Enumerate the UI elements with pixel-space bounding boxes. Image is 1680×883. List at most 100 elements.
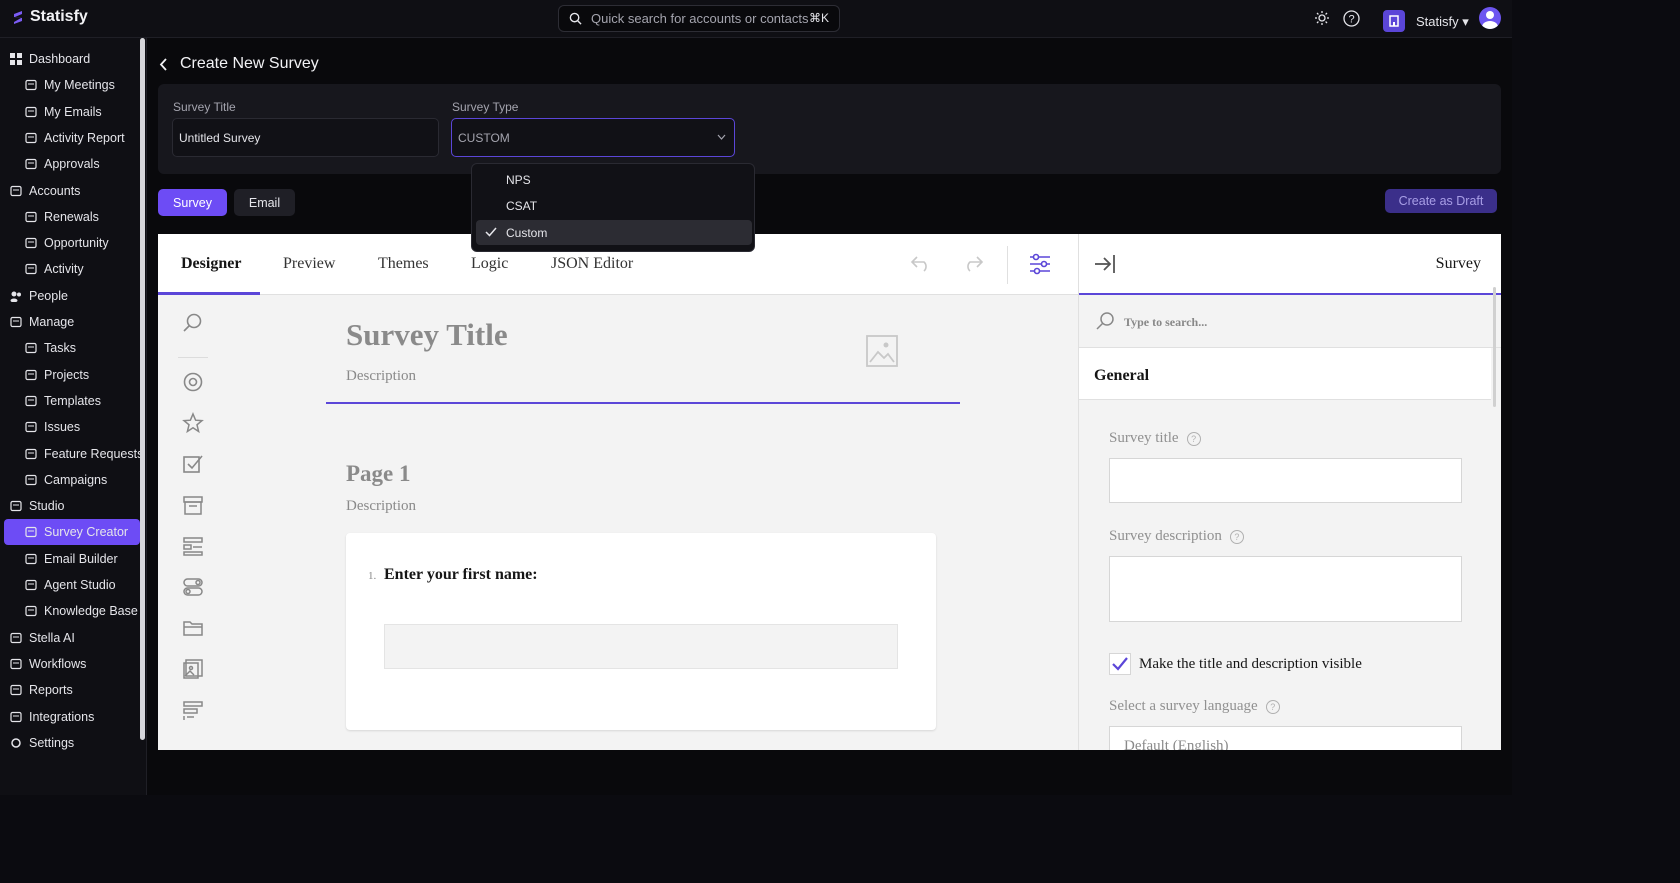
visible-title-checkbox[interactable] <box>1109 653 1131 675</box>
sidebar-item-renewals[interactable]: Renewals <box>25 204 99 230</box>
survey-title-prop-input[interactable] <box>1109 458 1462 503</box>
sidebar-item-my-meetings[interactable]: My Meetings <box>25 72 115 98</box>
question-card[interactable]: 1. Enter your first name: <box>346 533 936 730</box>
toolbox-search-icon[interactable] <box>182 312 204 334</box>
tab-json-editor[interactable]: JSON Editor <box>551 255 633 273</box>
back-arrow-icon[interactable] <box>159 57 168 71</box>
sidebar-item-activity[interactable]: Activity <box>25 256 84 282</box>
survey-title-heading[interactable]: Survey Title <box>346 317 508 353</box>
sidebar-item-workflows[interactable]: Workflows <box>10 651 86 677</box>
database-icon <box>25 605 37 617</box>
sidebar-item-manage[interactable]: Manage <box>10 309 74 335</box>
file-upload-icon[interactable] <box>182 617 204 639</box>
survey-description-text[interactable]: Description <box>346 368 416 385</box>
sidebar-item-projects[interactable]: Projects <box>25 362 89 388</box>
option-csat[interactable]: CSAT <box>476 193 752 218</box>
sidebar-item-my-emails[interactable]: My Emails <box>25 99 102 125</box>
folder-icon <box>25 369 37 381</box>
tab-designer[interactable]: Designer <box>181 255 241 273</box>
option-custom[interactable]: Custom <box>476 220 752 245</box>
property-search-input[interactable]: Type to search... <box>1079 295 1501 348</box>
sidebar-item-tasks[interactable]: Tasks <box>25 335 76 361</box>
survey-language-select[interactable]: Default (English) <box>1109 726 1462 750</box>
clipboard-icon <box>25 263 37 275</box>
calendar-icon <box>25 79 37 91</box>
survey-title-input[interactable]: Untitled Survey <box>172 118 439 157</box>
sidebar-item-issues[interactable]: Issues <box>25 414 80 440</box>
sidebar-item-agent-studio[interactable]: Agent Studio <box>25 572 116 598</box>
survey-description-prop-input[interactable] <box>1109 556 1462 622</box>
checkbox-icon[interactable] <box>182 453 204 475</box>
visible-title-checkbox-row[interactable]: Make the title and description visible <box>1109 653 1362 675</box>
org-name[interactable]: Statisfy ▾ <box>1416 14 1469 30</box>
sidebar-item-integrations[interactable]: Integrations <box>10 704 94 730</box>
sidebar-item-opportunity[interactable]: Opportunity <box>25 230 109 256</box>
survey-title-label: Survey Title <box>173 100 236 114</box>
radio-group-icon[interactable] <box>182 371 204 393</box>
sidebar-item-studio[interactable]: Studio <box>10 493 64 519</box>
property-panel-title: Survey <box>1435 255 1481 272</box>
sidebar-item-campaigns[interactable]: Campaigns <box>25 467 107 493</box>
sun-icon[interactable] <box>1315 11 1329 25</box>
tagbox-icon[interactable] <box>182 535 204 557</box>
sidebar-item-label: My Emails <box>44 104 102 119</box>
checkmark-icon <box>1112 657 1128 671</box>
app-logo[interactable]: Statisfy <box>10 8 88 26</box>
image-picker-icon[interactable] <box>182 658 204 680</box>
undo-icon[interactable] <box>910 254 932 272</box>
general-section-header[interactable]: General <box>1079 348 1491 400</box>
check-icon <box>485 227 497 237</box>
search-input[interactable]: Quick search for accounts or contacts ⌘K <box>558 5 840 32</box>
help-icon[interactable]: ? <box>1343 10 1360 27</box>
help-circle-icon[interactable]: ? <box>1186 431 1201 446</box>
email-tab-button[interactable]: Email <box>234 189 295 216</box>
sidebar-item-accounts[interactable]: Accounts <box>10 178 80 204</box>
sidebar-item-dashboard[interactable]: Dashboard <box>10 46 90 72</box>
sidebar-item-stella-ai[interactable]: Stella AI <box>10 625 75 651</box>
page-description-text[interactable]: Description <box>346 498 416 515</box>
tab-preview[interactable]: Preview <box>283 255 335 273</box>
list-icon <box>25 342 37 354</box>
sidebar-item-approvals[interactable]: Approvals <box>25 151 100 177</box>
help-circle-icon[interactable]: ? <box>1265 699 1280 714</box>
create-as-draft-button[interactable]: Create as Draft <box>1385 189 1497 213</box>
sidebar-item-feature-requests[interactable]: Feature Requests <box>25 441 143 467</box>
question-text-input[interactable] <box>384 624 898 669</box>
rating-star-icon[interactable] <box>182 412 204 434</box>
sidebar-item-label: Settings <box>29 735 75 750</box>
dropdown-icon[interactable] <box>182 494 204 516</box>
tab-logic[interactable]: Logic <box>471 255 508 273</box>
page-heading[interactable]: Page 1 <box>346 461 411 487</box>
help-circle-icon[interactable]: ? <box>1229 529 1244 544</box>
redo-icon[interactable] <box>962 254 984 272</box>
question-title[interactable]: Enter your first name: <box>384 566 538 584</box>
boolean-toggle-icon[interactable] <box>182 576 204 598</box>
sidebar-item-email-builder[interactable]: Email Builder <box>25 546 118 572</box>
sidebar-item-reports[interactable]: Reports <box>10 677 73 703</box>
logo-icon <box>14 10 22 24</box>
org-icon[interactable] <box>1383 10 1405 32</box>
survey-type-select[interactable]: CUSTOM <box>451 118 735 157</box>
ranking-icon[interactable] <box>182 699 204 721</box>
sidebar-item-survey-creator[interactable]: Survey Creator <box>4 519 140 546</box>
app-name: Statisfy <box>30 8 88 25</box>
sidebar-item-settings[interactable]: Settings <box>10 730 74 756</box>
agent-icon <box>25 579 37 591</box>
sidebar-item-activity-report[interactable]: Activity Report <box>25 125 125 151</box>
sidebar-scrollbar[interactable] <box>140 38 145 740</box>
sidebar-item-templates[interactable]: Templates <box>25 388 101 414</box>
survey-tab-button[interactable]: Survey <box>158 189 227 216</box>
logo-image-placeholder-icon[interactable] <box>866 335 898 367</box>
studio-icon <box>10 500 22 512</box>
collapse-panel-icon[interactable] <box>1094 254 1116 274</box>
avatar[interactable] <box>1479 7 1501 29</box>
sidebar-item-knowledge-base[interactable]: Knowledge Base <box>25 598 138 624</box>
settings-sliders-icon[interactable] <box>1029 253 1051 275</box>
tab-themes[interactable]: Themes <box>378 255 429 273</box>
property-panel-scrollbar[interactable] <box>1493 287 1496 407</box>
sidebar-item-label: Activity Report <box>44 130 125 145</box>
option-nps[interactable]: NPS <box>476 167 752 192</box>
survey-type-label: Survey Type <box>452 100 519 114</box>
sidebar-item-people[interactable]: People <box>10 283 68 309</box>
sidebar-item-label: Survey Creator <box>44 525 129 540</box>
